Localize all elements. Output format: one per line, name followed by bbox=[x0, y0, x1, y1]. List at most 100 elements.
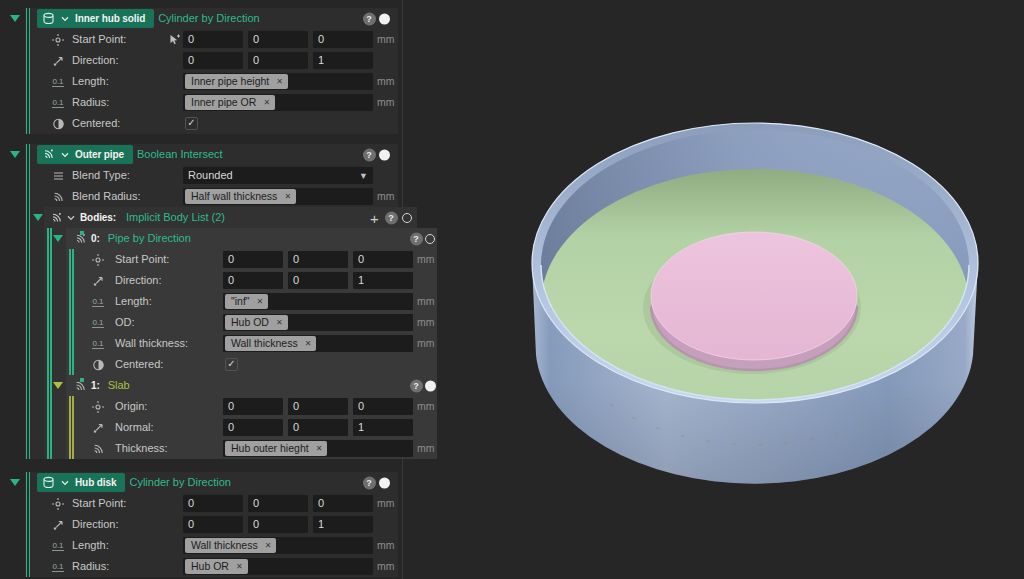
add-item-icon[interactable]: + bbox=[370, 211, 379, 224]
dropdown-select[interactable]: Rounded▾ bbox=[183, 167, 373, 184]
remove-param-icon[interactable]: ✕ bbox=[305, 336, 312, 351]
scalar-icon: 0.1 bbox=[50, 77, 66, 87]
param-pill[interactable]: Hub OD✕ bbox=[225, 315, 288, 330]
help-icon[interactable]: ? bbox=[410, 379, 423, 392]
param-pill[interactable]: Half wall thickness✕ bbox=[185, 189, 296, 204]
value-input[interactable]: 0 bbox=[353, 251, 413, 268]
param-pill[interactable]: Hub outer hieght✕ bbox=[225, 441, 327, 456]
chevron-down-icon[interactable] bbox=[60, 14, 70, 24]
collapse-toggle[interactable] bbox=[10, 15, 20, 22]
value-input[interactable]: 0 bbox=[313, 495, 373, 512]
param-pill[interactable]: Wall thickness✕ bbox=[225, 336, 316, 351]
checkbox[interactable]: ✓ bbox=[225, 358, 238, 371]
property-label: Start Point: bbox=[115, 249, 169, 270]
scalar-icon: 0.1 bbox=[90, 318, 106, 328]
help-icon[interactable]: ? bbox=[363, 476, 376, 489]
item-index: 1: bbox=[91, 380, 100, 391]
value-input[interactable]: 0 bbox=[248, 495, 308, 512]
block-name-pill[interactable]: Inner hub solid bbox=[37, 9, 154, 28]
value-input[interactable]: 0 bbox=[248, 52, 308, 69]
ntop-app: Inner hub solidCylinder by Direction? Sta… bbox=[0, 0, 1024, 579]
param-pill[interactable]: "inf"✕ bbox=[225, 294, 268, 309]
value-input[interactable]: 0 bbox=[183, 52, 243, 69]
param-input[interactable]: Half wall thickness✕ bbox=[183, 188, 373, 205]
value-input[interactable]: 0 bbox=[183, 516, 243, 533]
block-guide-line bbox=[50, 228, 52, 459]
value-input[interactable]: 1 bbox=[353, 272, 413, 289]
visibility-dot-icon[interactable] bbox=[379, 13, 390, 24]
remove-param-icon[interactable]: ✕ bbox=[276, 315, 283, 330]
visibility-ring-icon[interactable] bbox=[402, 213, 412, 223]
value-text: 1 bbox=[318, 52, 324, 69]
value-text: 0 bbox=[253, 52, 259, 69]
visibility-dot-icon[interactable] bbox=[379, 477, 390, 488]
param-input[interactable]: Wall thickness✕ bbox=[223, 335, 413, 352]
visibility-ring-icon[interactable] bbox=[425, 234, 435, 244]
value-input[interactable]: 0 bbox=[183, 31, 243, 48]
remove-param-icon[interactable]: ✕ bbox=[257, 294, 264, 309]
unit-label: mm bbox=[377, 92, 395, 113]
remove-param-icon[interactable]: ✕ bbox=[265, 538, 272, 553]
value-input[interactable]: 0 bbox=[288, 398, 348, 415]
scalar-icon-text: 0.1 bbox=[52, 541, 63, 551]
value-input[interactable]: 0 bbox=[223, 419, 283, 436]
scalar-icon-text: 0.1 bbox=[52, 562, 63, 572]
param-pill[interactable]: Wall thickness✕ bbox=[185, 538, 276, 553]
chevron-down-icon[interactable] bbox=[60, 150, 70, 160]
value-input[interactable]: 0 bbox=[288, 419, 348, 436]
value-input[interactable]: 0 bbox=[248, 31, 308, 48]
help-icon[interactable]: ? bbox=[363, 148, 376, 161]
property-label: Start Point: bbox=[72, 493, 126, 514]
collapse-toggle[interactable] bbox=[33, 214, 43, 221]
help-icon[interactable]: ? bbox=[410, 232, 423, 245]
value-text: 0 bbox=[293, 419, 299, 436]
remove-param-icon[interactable]: ✕ bbox=[263, 95, 270, 110]
property-label: Blend Type: bbox=[72, 165, 130, 186]
value-input[interactable]: 1 bbox=[313, 516, 373, 533]
list-label: Bodies: bbox=[80, 212, 116, 223]
contrast-icon bbox=[50, 117, 66, 130]
collapse-toggle[interactable] bbox=[10, 479, 20, 486]
param-input[interactable]: Wall thickness✕ bbox=[183, 537, 373, 554]
value-input[interactable]: 0 bbox=[183, 495, 243, 512]
remove-param-icon[interactable]: ✕ bbox=[284, 189, 291, 204]
param-pill[interactable]: Inner pipe height✕ bbox=[185, 74, 288, 89]
value-input[interactable]: 1 bbox=[313, 52, 373, 69]
value-input[interactable]: 0 bbox=[223, 272, 283, 289]
visibility-dot-icon[interactable] bbox=[425, 380, 436, 391]
param-pill[interactable]: Inner pipe OR✕ bbox=[185, 95, 275, 110]
value-input[interactable]: 0 bbox=[248, 516, 308, 533]
value-input[interactable]: 0 bbox=[223, 251, 283, 268]
collapse-toggle[interactable] bbox=[10, 151, 20, 158]
pick-icon[interactable] bbox=[166, 33, 182, 46]
visibility-dot-icon[interactable] bbox=[379, 149, 390, 160]
param-input[interactable]: Hub OR✕ bbox=[183, 558, 373, 575]
param-pill[interactable]: Hub OR✕ bbox=[185, 559, 248, 574]
block-name-pill[interactable]: Hub disk bbox=[37, 473, 125, 492]
value-input[interactable]: 0 bbox=[313, 31, 373, 48]
help-icon[interactable]: ? bbox=[385, 211, 398, 224]
param-input[interactable]: Inner pipe height✕ bbox=[183, 73, 373, 90]
help-icon[interactable]: ? bbox=[363, 12, 376, 25]
block-name-pill[interactable]: Outer pipe bbox=[37, 145, 133, 164]
param-input[interactable]: Hub outer hieght✕ bbox=[223, 440, 413, 457]
remove-param-icon[interactable]: ✕ bbox=[276, 74, 283, 89]
param-input[interactable]: "inf"✕ bbox=[223, 293, 413, 310]
value-input[interactable]: 0 bbox=[288, 251, 348, 268]
block-type: Cylinder by Direction bbox=[158, 8, 259, 29]
chevron-down-icon[interactable] bbox=[63, 213, 79, 223]
collapse-toggle[interactable] bbox=[53, 382, 63, 389]
chevron-down-icon[interactable] bbox=[60, 478, 70, 488]
value-input[interactable]: 0 bbox=[353, 398, 413, 415]
param-input[interactable]: Inner pipe OR✕ bbox=[183, 94, 373, 111]
value-input[interactable]: 1 bbox=[353, 419, 413, 436]
property-row: Origin:000mm bbox=[66, 396, 437, 417]
value-input[interactable]: 0 bbox=[223, 398, 283, 415]
remove-param-icon[interactable]: ✕ bbox=[236, 559, 243, 574]
value-input[interactable]: 0 bbox=[288, 272, 348, 289]
property-label: Radius: bbox=[72, 556, 109, 577]
remove-param-icon[interactable]: ✕ bbox=[316, 441, 323, 456]
param-input[interactable]: Hub OD✕ bbox=[223, 314, 413, 331]
checkbox[interactable]: ✓ bbox=[185, 117, 198, 130]
collapse-toggle[interactable] bbox=[53, 235, 63, 242]
